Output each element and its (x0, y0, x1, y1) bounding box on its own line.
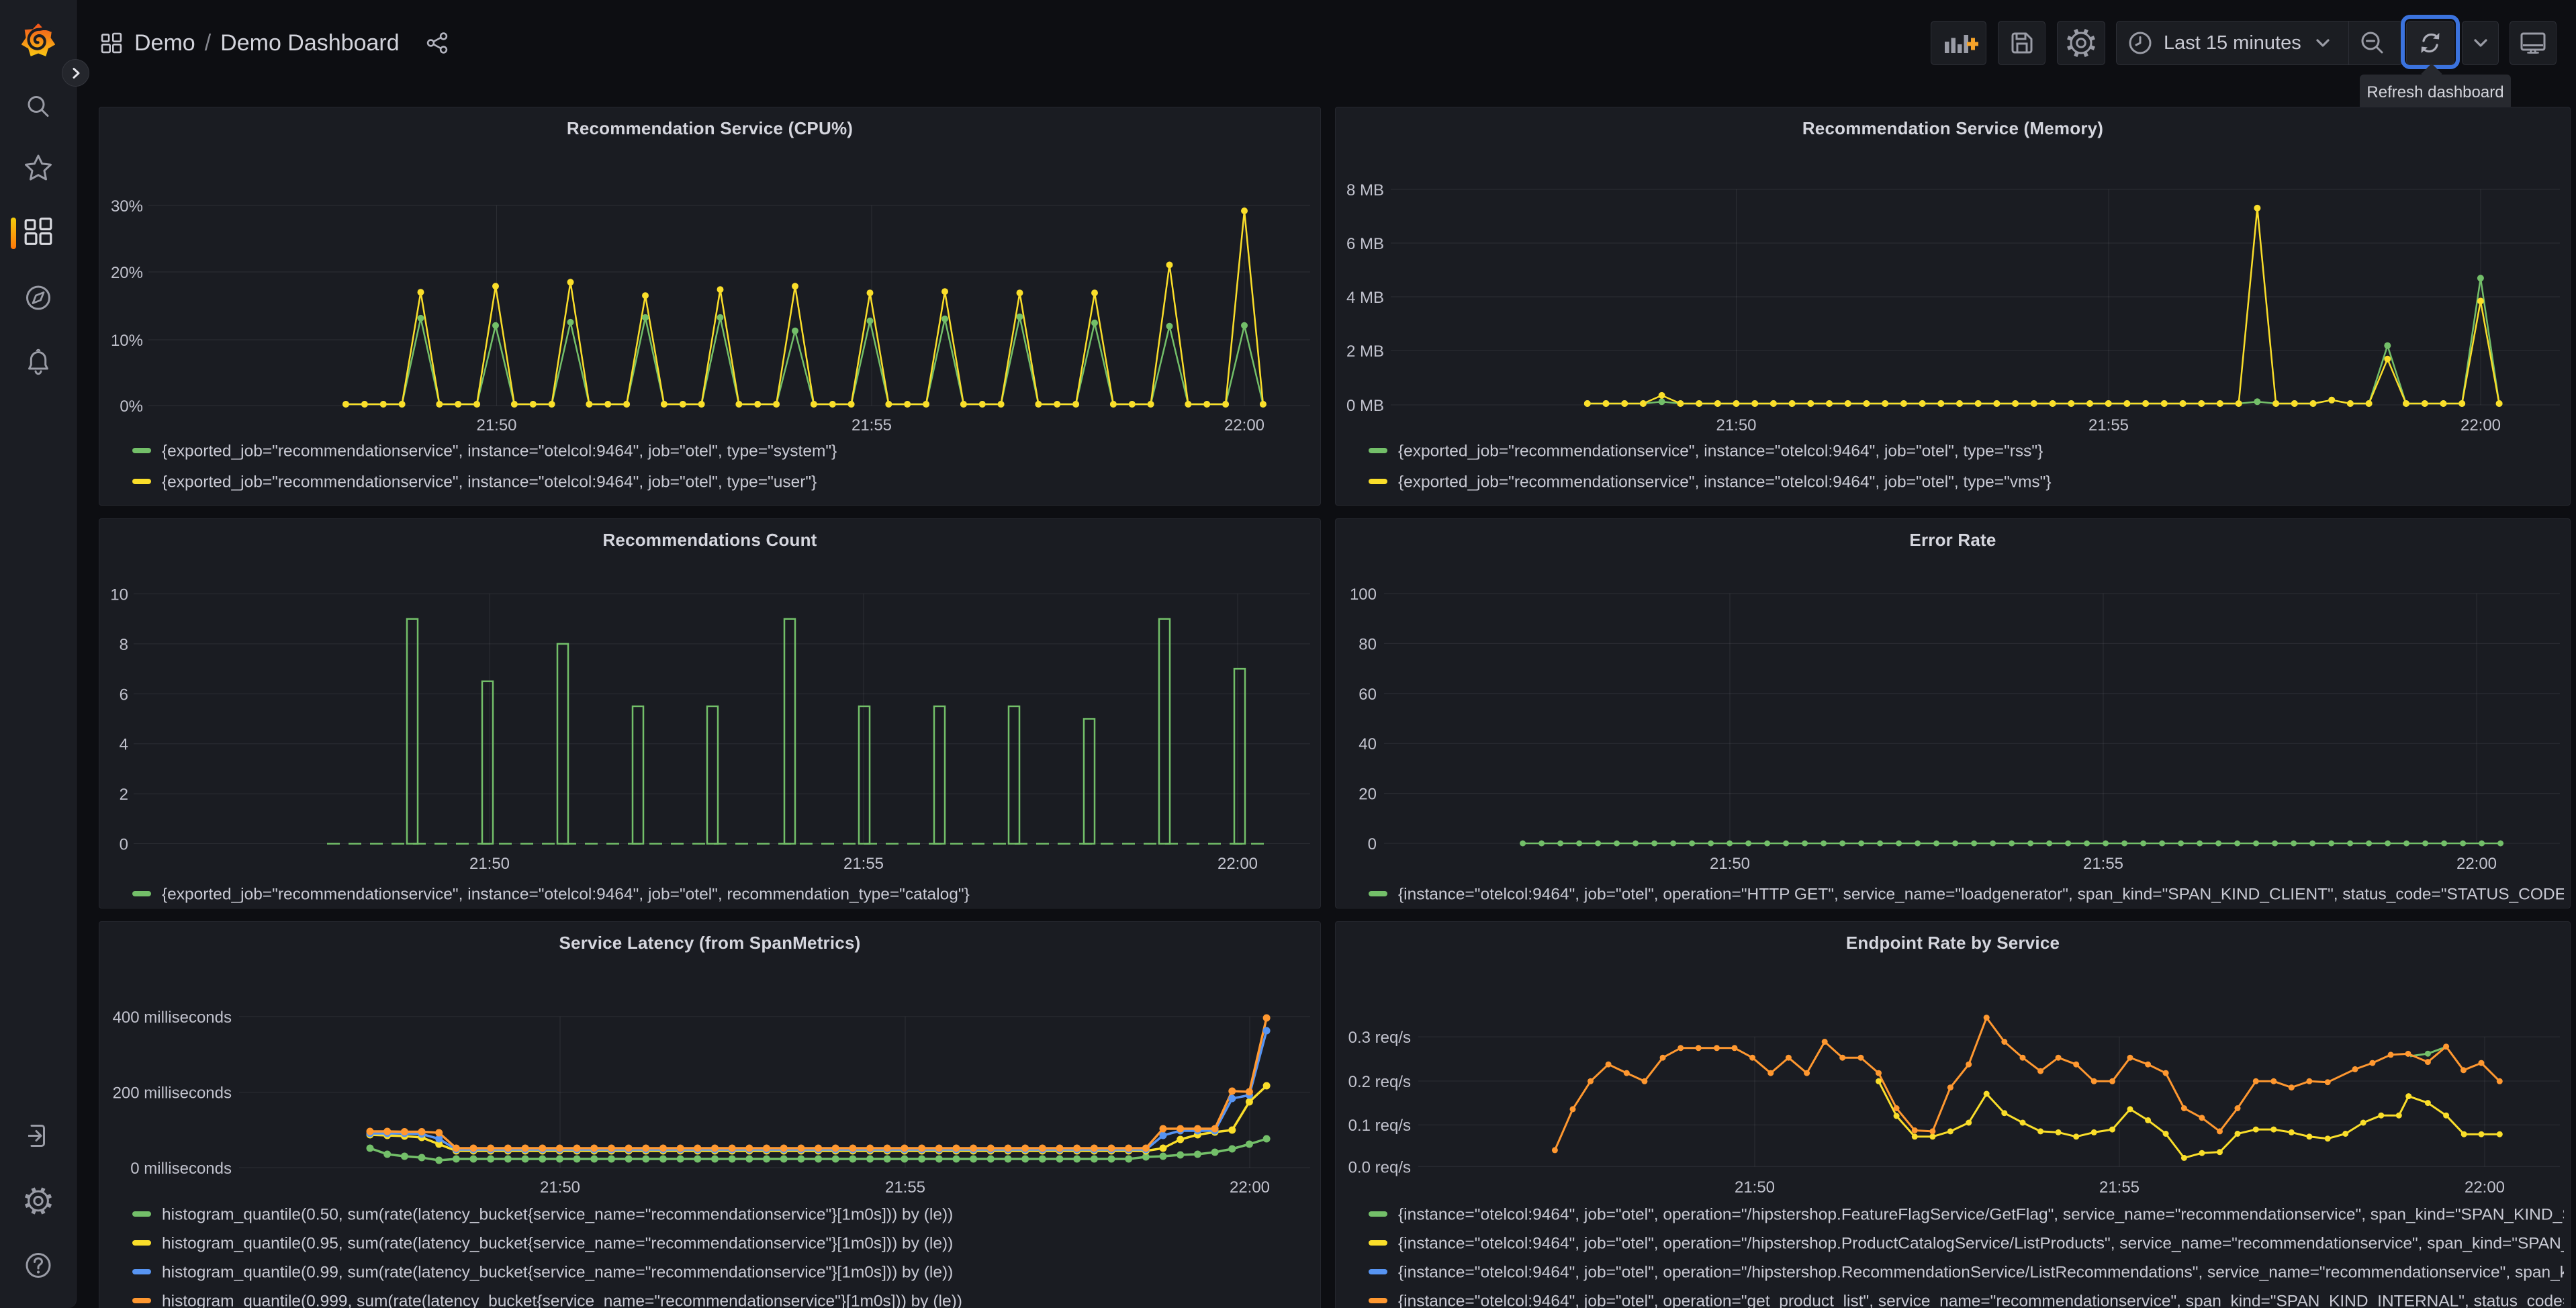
svg-text:10: 10 (110, 586, 128, 604)
svg-text:40: 40 (1359, 735, 1377, 753)
svg-text:22:00: 22:00 (2456, 855, 2497, 873)
svg-text:21:50: 21:50 (469, 855, 510, 873)
svg-text:0.0 req/s: 0.0 req/s (1348, 1158, 1411, 1176)
svg-text:21:50: 21:50 (1735, 1178, 1775, 1197)
svg-text:2: 2 (120, 786, 128, 804)
svg-text:0 milliseconds: 0 milliseconds (130, 1160, 232, 1178)
svg-text:0.1 req/s: 0.1 req/s (1348, 1117, 1411, 1135)
svg-text:21:55: 21:55 (2099, 1178, 2140, 1197)
svg-text:30%: 30% (111, 197, 143, 216)
svg-text:4: 4 (120, 736, 128, 754)
svg-text:200 milliseconds: 200 milliseconds (113, 1084, 232, 1103)
svg-text:21:50: 21:50 (476, 416, 516, 434)
svg-text:10%: 10% (111, 332, 143, 350)
svg-text:22:00: 22:00 (2465, 1178, 2505, 1197)
svg-text:400 milliseconds: 400 milliseconds (113, 1009, 232, 1027)
svg-text:20: 20 (1359, 786, 1377, 804)
svg-text:0%: 0% (120, 398, 143, 416)
svg-text:8 MB: 8 MB (1346, 181, 1384, 199)
svg-text:80: 80 (1359, 635, 1377, 653)
svg-text:6 MB: 6 MB (1346, 235, 1384, 253)
svg-text:0.3 req/s: 0.3 req/s (1348, 1029, 1411, 1047)
svg-text:22:00: 22:00 (1224, 416, 1264, 434)
svg-text:0.2 req/s: 0.2 req/s (1348, 1073, 1411, 1091)
svg-text:60: 60 (1359, 686, 1377, 704)
svg-text:0: 0 (120, 836, 128, 854)
svg-text:20%: 20% (111, 264, 143, 282)
svg-text:21:50: 21:50 (540, 1178, 580, 1197)
svg-text:22:00: 22:00 (2460, 416, 2501, 434)
svg-text:2 MB: 2 MB (1346, 342, 1384, 361)
svg-text:22:00: 22:00 (1230, 1178, 1270, 1197)
svg-text:21:55: 21:55 (843, 855, 884, 873)
svg-text:0: 0 (1368, 835, 1377, 853)
svg-text:21:55: 21:55 (2088, 416, 2129, 434)
svg-text:21:50: 21:50 (1716, 416, 1756, 434)
svg-text:21:50: 21:50 (1710, 855, 1750, 873)
svg-text:8: 8 (120, 636, 128, 654)
svg-text:6: 6 (120, 686, 128, 704)
svg-text:0 MB: 0 MB (1346, 397, 1384, 415)
svg-text:4 MB: 4 MB (1346, 289, 1384, 307)
svg-text:21:55: 21:55 (2083, 855, 2123, 873)
svg-text:21:55: 21:55 (852, 416, 892, 434)
svg-text:22:00: 22:00 (1217, 855, 1258, 873)
svg-text:21:55: 21:55 (885, 1178, 925, 1197)
svg-text:100: 100 (1350, 586, 1377, 604)
